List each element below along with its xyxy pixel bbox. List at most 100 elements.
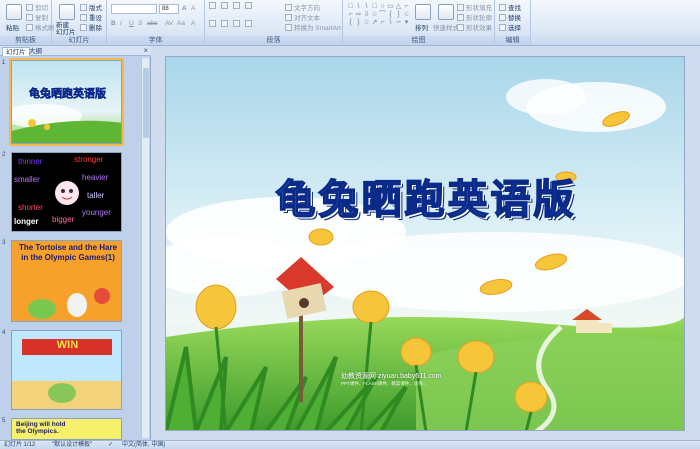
slide-thumbnail-3[interactable]: The Tortoise and the Hare in the Olympic… [11, 240, 122, 322]
tab-outline[interactable]: 大纲 [26, 47, 45, 56]
oval-shape-icon[interactable]: ○ [379, 3, 386, 10]
brace-shape-icon[interactable]: { [347, 19, 354, 26]
close-pane-icon[interactable]: × [143, 46, 148, 56]
spell-check-icon[interactable]: ✓ [108, 441, 113, 449]
line-shape-icon[interactable]: \ [363, 3, 370, 10]
arrange-button[interactable]: 排列 [415, 22, 428, 32]
slide-workspace: 龟兔晒跑英语版 幼教资源网 ziyuan.baby611.com PPT课件、F… [152, 46, 700, 440]
decrease-indent-button[interactable] [233, 2, 240, 9]
arrow-shape-icon[interactable]: ⇩ [363, 11, 370, 18]
grow-font-button[interactable]: A [182, 5, 187, 12]
rounded-rect-shape-icon[interactable]: ▭ [387, 3, 394, 10]
word-label: stronger [74, 155, 104, 164]
star-shape-icon[interactable]: ☆ [363, 19, 370, 26]
brace-shape-icon[interactable]: } [355, 19, 362, 26]
smartart-button[interactable]: 转换为 SmartArt [285, 22, 341, 32]
line-shape-icon[interactable]: ⌐ [403, 3, 410, 10]
align-left-button[interactable] [209, 20, 216, 27]
quick-styles-icon[interactable] [438, 4, 454, 20]
justify-button[interactable] [245, 20, 252, 27]
replace-button[interactable]: 替换 [499, 12, 521, 22]
curve-shape-icon[interactable]: ∽ [395, 19, 402, 26]
font-color-button[interactable]: A [191, 20, 195, 27]
bold-button[interactable]: B [111, 20, 116, 27]
align-center-button[interactable] [221, 20, 228, 27]
layout-button[interactable]: 版式 [80, 2, 102, 12]
align-right-button[interactable] [233, 20, 240, 27]
numbering-button[interactable] [221, 2, 228, 9]
font-size-combo[interactable]: 88 [159, 4, 179, 14]
slide-canvas[interactable]: 龟兔晒跑英语版 幼教资源网 ziyuan.baby611.com PPT课件、F… [165, 56, 685, 431]
shadow-button[interactable]: S [138, 20, 142, 27]
rectangle-shape-icon[interactable]: □ [371, 3, 378, 10]
slide-number: 3 [2, 240, 6, 246]
line-shape-icon[interactable]: \ [387, 19, 394, 26]
line-shape-icon[interactable]: \ [355, 3, 362, 10]
change-case-button[interactable]: Aa [177, 20, 185, 27]
slide-thumbnail-2[interactable]: thinner stronger smaller heavier taller … [11, 152, 122, 232]
reset-button[interactable]: 重设 [80, 12, 102, 22]
new-slide-icon[interactable] [59, 4, 75, 20]
slide-thumbnail-4-banner: WIN [56, 339, 79, 351]
font-name-combo[interactable] [111, 4, 157, 14]
slide-thumbnail-1-image [12, 61, 121, 143]
align-text-icon [285, 13, 292, 21]
paste-icon[interactable] [6, 4, 22, 20]
paste-button[interactable]: 粘贴 [6, 22, 19, 32]
align-text-button[interactable]: 对齐文本 [285, 12, 320, 22]
word-label: longer [14, 217, 39, 226]
quick-styles-button[interactable]: 快速样式 [433, 22, 459, 32]
curve-shape-icon[interactable]: ⌒ [379, 11, 386, 18]
cut-button[interactable]: 剪切 [26, 2, 48, 12]
curly-brace-shape-icon[interactable]: { [387, 11, 394, 18]
text-direction-icon [285, 3, 292, 11]
arrange-icon[interactable] [415, 4, 431, 20]
slide-thumbnail-4[interactable]: WIN [11, 330, 122, 410]
shapes-gallery[interactable]: □ \ \ □ ○ ▭ △ ⌐ ⌐ ⇨ ⇩ ☆ ⌒{} ☆ {} ☆ ↗ ⌐ \ ∽ ▾ [347, 3, 410, 26]
slide-number: 4 [2, 330, 6, 336]
arrow-shape-icon[interactable]: ⇨ [355, 11, 362, 18]
language-status[interactable]: 中文(简体, 中国) [122, 441, 165, 449]
new-slide-button[interactable]: 新建 幻灯片 [56, 22, 76, 36]
increase-indent-button[interactable] [245, 2, 252, 9]
rectangle-shape-icon[interactable]: □ [347, 3, 354, 10]
char-spacing-button[interactable]: AV [165, 20, 173, 27]
clipboard-group: 粘贴 剪切 复制 格式刷 剪贴板 [0, 0, 55, 46]
copy-button[interactable]: 复制 [26, 12, 48, 22]
scrollbar-thumb[interactable] [143, 68, 149, 138]
align-right-icon [233, 20, 240, 27]
smartart-icon [285, 23, 292, 31]
slide-thumbnail-3-title: The Tortoise and the Hare in the Olympic… [18, 243, 118, 262]
slide-thumbnail-1[interactable]: 龟兔晒跑英语版 [9, 58, 124, 146]
paint-bucket-icon [457, 3, 464, 11]
word-label: heavier [82, 173, 109, 182]
format-painter-button[interactable]: 格式刷 [26, 22, 55, 32]
shape-fill-button[interactable]: 形状填充 [457, 2, 492, 12]
select-button[interactable]: 选择 [499, 22, 521, 32]
star-shape-icon[interactable]: ☆ [403, 11, 410, 18]
pane-tabs: 幻灯片 大纲 × [0, 46, 151, 56]
line-shape-icon[interactable]: ⌐ [379, 19, 386, 26]
triangle-shape-icon[interactable]: △ [395, 3, 402, 10]
word-label: taller [87, 191, 105, 200]
shape-effects-button[interactable]: 形状效果 [457, 22, 492, 32]
delete-button[interactable]: 删除 [80, 22, 102, 32]
slide-title[interactable]: 龟兔晒跑英语版 [166, 167, 684, 225]
bullets-button[interactable] [209, 2, 216, 9]
pen-icon [457, 13, 464, 21]
italic-button[interactable]: I [120, 20, 122, 27]
curly-brace-shape-icon[interactable]: } [395, 11, 402, 18]
thumbnail-scrollbar[interactable] [141, 58, 149, 438]
find-button[interactable]: 查找 [499, 2, 521, 12]
line-shape-icon[interactable]: ⌐ [347, 11, 354, 18]
more-shapes-icon[interactable]: ▾ [403, 19, 410, 26]
strikethrough-button[interactable]: abc [147, 20, 157, 27]
slide-thumbnail-5[interactable]: Beijing will hold the Olympics. [11, 418, 122, 440]
arrow-shape-icon[interactable]: ↗ [371, 19, 378, 26]
star-shape-icon[interactable]: ☆ [371, 11, 378, 18]
shrink-font-button[interactable]: A [191, 5, 195, 12]
shape-outline-button[interactable]: 形状轮廓 [457, 12, 492, 22]
text-direction-button[interactable]: 文字方向 [285, 2, 320, 12]
slides-group: 新建 幻灯片 版式 重设 删除 幻灯片 [52, 0, 107, 46]
underline-button[interactable]: U [129, 20, 134, 27]
